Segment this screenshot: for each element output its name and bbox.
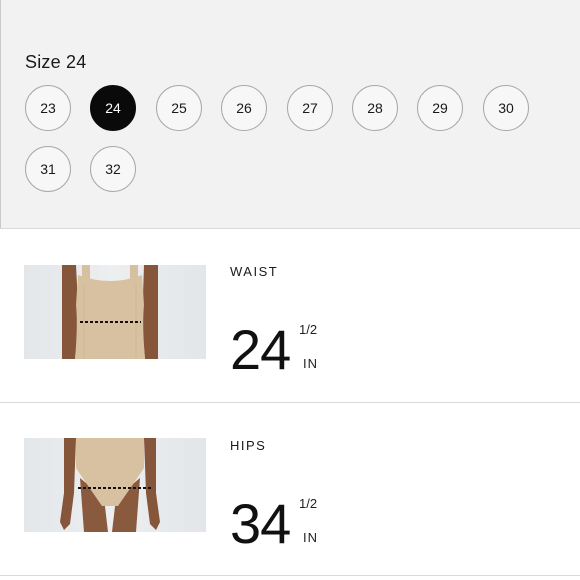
hips-unit: IN [303,530,318,545]
section-divider [0,228,580,229]
waist-label: WAIST [230,264,279,279]
size-option-28[interactable]: 28 [352,85,398,131]
size-option-27[interactable]: 27 [287,85,333,131]
hips-value: 34 [230,492,291,555]
waist-fraction: 1/2 [299,322,318,337]
size-option-25[interactable]: 25 [156,85,202,131]
size-option-30[interactable]: 30 [483,85,529,131]
size-option-31[interactable]: 31 [25,146,71,192]
size-title: Size 24 [25,52,87,72]
hips-label: HIPS [230,438,267,453]
hips-body-figure [60,438,160,532]
size-guide-page: Size 24 23 24 25 26 27 28 29 30 31 32 WA… [0,0,580,580]
section-divider [0,575,580,576]
hips-illustration [24,438,206,532]
hips-fraction: 1/2 [299,496,318,511]
size-option-29[interactable]: 29 [417,85,463,131]
waist-value: 24 [230,318,291,381]
waist-body-figure [62,265,158,359]
size-option-23[interactable]: 23 [25,85,71,131]
size-option-32[interactable]: 32 [90,146,136,192]
section-divider [0,402,580,403]
size-option-26[interactable]: 26 [221,85,267,131]
waist-unit: IN [303,356,318,371]
size-option-24-selected[interactable]: 24 [90,85,136,131]
waist-illustration [24,265,206,359]
size-selector-panel: Size 24 23 24 25 26 27 28 29 30 31 32 [0,0,580,228]
